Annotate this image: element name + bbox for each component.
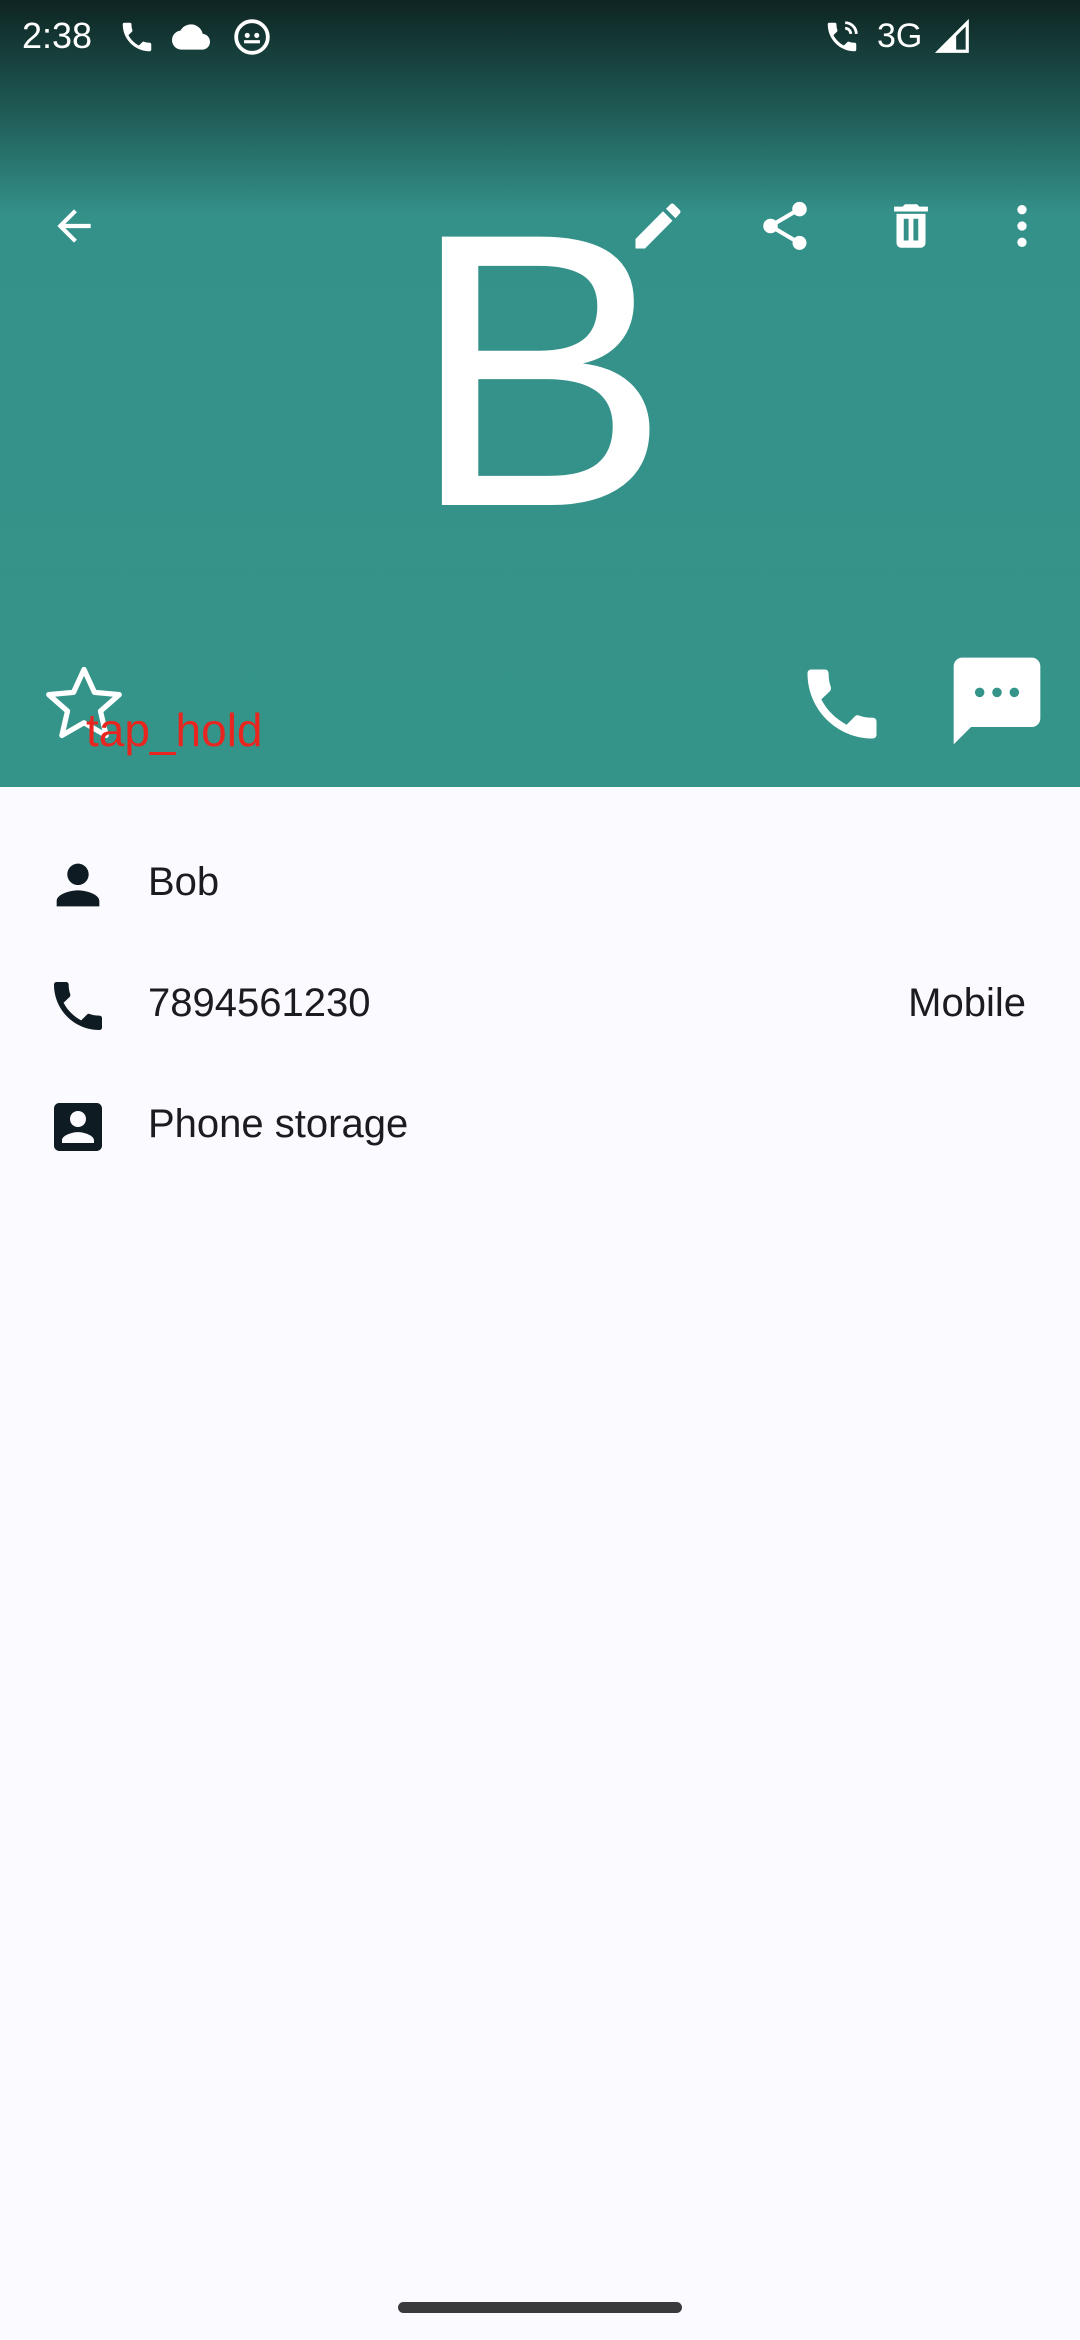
- delete-icon: [894, 204, 928, 248]
- more-vert-icon: [1017, 205, 1027, 247]
- android-icon: [234, 19, 270, 55]
- contact-source: Phone storage: [148, 1102, 409, 1146]
- detail-row-source[interactable]: Phone storage: [0, 1073, 1080, 1173]
- status-bar: 2:38 3G: [0, 0, 1080, 74]
- wifi-call-icon: [827, 21, 858, 52]
- phone-type-label: Mobile: [908, 981, 1026, 1025]
- phone-icon: [807, 669, 877, 739]
- network-type: 3G: [877, 17, 923, 55]
- cloud-icon: [172, 24, 210, 50]
- tap-hold-overlay-label: tap_hold: [86, 704, 263, 756]
- detail-row-phone[interactable]: 7894561230 Mobile: [0, 952, 1080, 1052]
- arrow-back-icon: [57, 209, 91, 243]
- phone-icon: [122, 22, 152, 52]
- edit-button[interactable]: [610, 178, 706, 274]
- status-time: 2:38: [22, 15, 93, 56]
- signal-icon: [934, 18, 969, 53]
- message-icon: [953, 657, 1041, 745]
- more-options-button[interactable]: [974, 178, 1070, 274]
- contact-card-icon: [54, 1103, 102, 1151]
- share-icon: [763, 201, 807, 250]
- home-indicator[interactable]: [398, 2302, 682, 2313]
- phone-icon: [54, 982, 102, 1030]
- detail-row-name[interactable]: Bob: [0, 831, 1080, 931]
- back-button[interactable]: [26, 178, 122, 274]
- contact-phone-number: 7894561230: [148, 981, 371, 1025]
- contact-header: 2:38 3G B tap_hold: [0, 0, 1080, 787]
- call-button[interactable]: [792, 654, 892, 754]
- delete-button[interactable]: [863, 178, 959, 274]
- edit-icon: [635, 203, 681, 249]
- person-icon: [56, 863, 100, 907]
- share-button[interactable]: [737, 178, 833, 274]
- message-button[interactable]: [942, 646, 1052, 756]
- contact-name: Bob: [148, 860, 220, 904]
